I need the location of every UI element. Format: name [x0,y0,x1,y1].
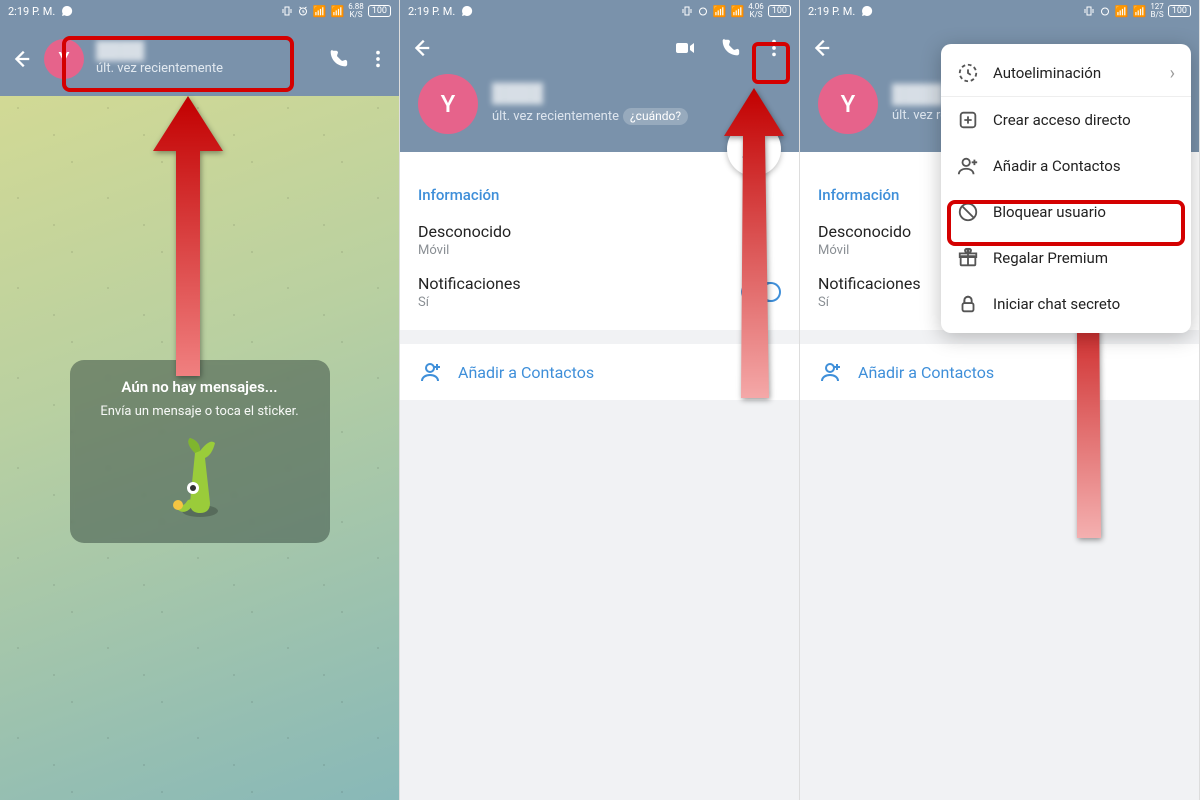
whatsapp-icon [461,5,473,17]
empty-title: Aún no hay mensajes... [86,378,314,396]
video-icon[interactable] [673,36,697,60]
add-person-icon [818,360,842,384]
avatar[interactable]: Y [418,74,478,134]
contact-name: ████ [492,82,688,105]
timer-icon [957,62,979,84]
add-home-icon [957,109,979,131]
menu-shortcut[interactable]: Crear acceso directo [941,97,1191,143]
arrow-annotation [148,96,228,380]
vibrate-icon [1083,5,1095,17]
gift-icon [957,247,979,269]
back-icon[interactable] [810,37,832,59]
cuando-button[interactable]: ¿cuándo? [623,108,688,126]
signal-icon: 📶 [331,5,345,18]
status-bar: 2:19 P. M. 📶📶 4.06K/S 100 [400,0,799,22]
add-person-icon [418,360,442,384]
alarm-icon [297,5,309,17]
chevron-right-icon: › [1170,63,1175,84]
back-icon[interactable] [10,48,32,70]
phone-icon[interactable] [327,48,349,70]
menu-secret-chat[interactable]: Iniciar chat secreto [941,281,1191,327]
overflow-menu: Autoeliminación › Crear acceso directo A… [941,44,1191,333]
back-icon[interactable] [410,37,432,59]
vibrate-icon [281,5,293,17]
highlight-box [752,42,790,84]
last-seen: últ. vez recientemente [492,109,619,124]
add-contacts-button[interactable]: Añadir a Contactos [800,344,1199,400]
highlight-box [62,36,294,92]
avatar[interactable]: Y [818,74,878,134]
status-bar: 2:19 P. M. 📶 📶 6.88K/S 100 [0,0,399,22]
alarm-icon [697,5,709,17]
empty-body: Envía un mensaje o toca el sticker. [86,404,314,419]
more-icon[interactable] [367,48,389,70]
menu-add-contacts[interactable]: Añadir a Contactos [941,143,1191,189]
whatsapp-icon [861,5,873,17]
menu-autodelete[interactable]: Autoeliminación › [941,50,1191,97]
add-person-icon [957,155,979,177]
whatsapp-icon [61,5,73,17]
vibrate-icon [681,5,693,17]
status-bar: 2:19 P. M. 📶📶 127B/S 100 [800,0,1199,22]
signal-icon: 📶 [313,5,327,18]
phone-icon[interactable] [719,37,741,59]
sticker-icon[interactable] [160,433,240,523]
alarm-icon [1099,5,1111,17]
empty-chat-placeholder: Aún no hay mensajes... Envía un mensaje … [70,360,330,543]
battery-icon: 100 [368,5,391,17]
clock: 2:19 P. M. [8,5,55,18]
arrow-annotation [719,88,789,402]
highlight-box [947,200,1185,246]
lock-icon [957,293,979,315]
